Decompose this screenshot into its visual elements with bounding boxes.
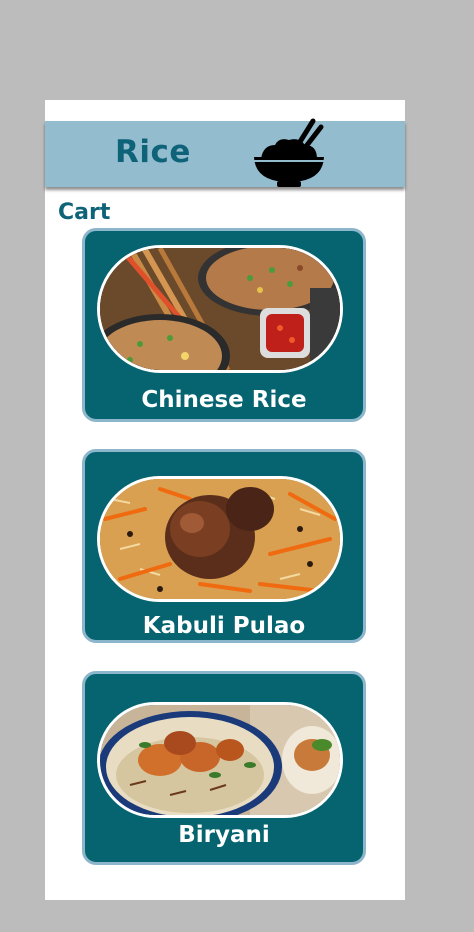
app-screen: Rice Cart Chinese Rice Kabuli Pulao Biry… <box>45 100 405 900</box>
food-card-kabuli-pulao[interactable]: Kabuli Pulao <box>82 449 366 643</box>
rice-bowl-icon <box>251 115 327 189</box>
app-header: Rice <box>45 118 405 187</box>
card-title: Kabuli Pulao <box>142 613 306 639</box>
food-card-biryani[interactable]: Biryani <box>82 671 366 865</box>
card-title: Biryani <box>178 822 270 848</box>
card-title: Chinese Rice <box>141 387 307 413</box>
kabuli-pulao-image <box>97 476 343 602</box>
cart-label: Cart <box>58 200 111 225</box>
page-title: Rice <box>115 134 191 170</box>
biryani-image <box>97 702 343 818</box>
food-card-chinese-rice[interactable]: Chinese Rice <box>82 228 366 422</box>
chinese-rice-image <box>97 245 343 373</box>
